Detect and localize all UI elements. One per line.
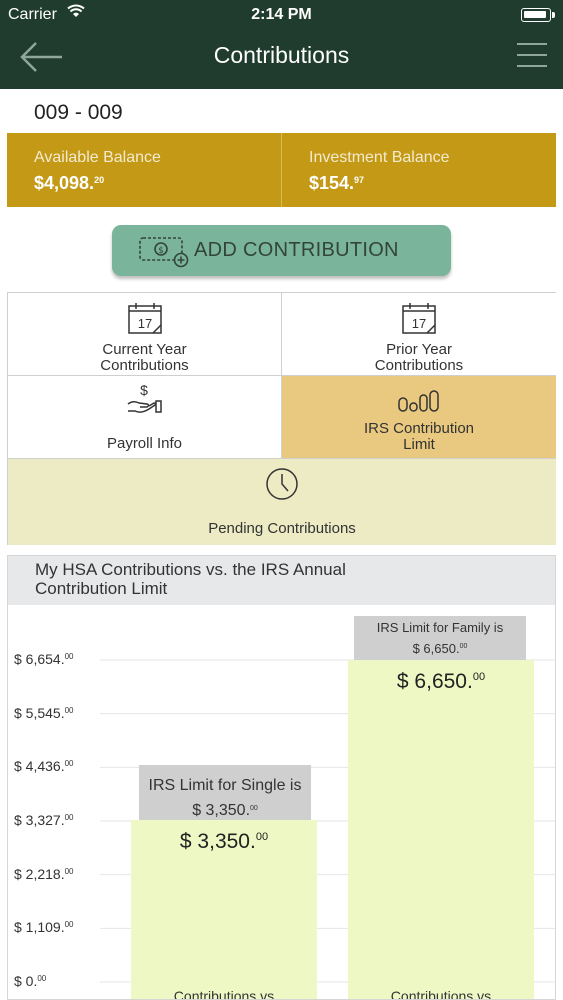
contribution-limit-chart: My HSA Contributions vs. the IRS Annual … (7, 555, 556, 1000)
money-add-icon: $ (138, 234, 190, 268)
y-tick-label: $ 0.00 (14, 973, 47, 989)
add-contribution-label: ADD CONTRIBUTION (194, 239, 399, 261)
current-year-label-1: Current Year (102, 341, 187, 358)
y-tick-label: $ 1,109.00 (14, 919, 74, 936)
svg-text:17: 17 (412, 316, 426, 331)
clock-icon (266, 468, 298, 500)
investment-balance-label: Investment Balance (309, 149, 450, 166)
prior-year-label-2: Contributions (374, 357, 464, 374)
investment-balance-amount: $154.97 (309, 173, 365, 193)
tile-pending-contributions[interactable]: Pending Contributions (8, 459, 556, 545)
status-bar: Carrier 2:14 PM (0, 0, 563, 30)
battery-icon (521, 8, 555, 22)
y-tick-label: $ 2,218.00 (14, 865, 74, 882)
bar-chart-icon (398, 390, 439, 412)
bar-value-label: $ 6,650.00 (396, 670, 486, 694)
y-tick-label: $ 4,436.00 (14, 758, 74, 775)
prior-year-label-1: Prior Year (386, 341, 452, 358)
x-category-label: Contributions vs (390, 988, 492, 1000)
balance-panel: Available Balance $4,098.20 Investment B… (7, 133, 556, 207)
bar-tooltip: IRS Limit for Family is $ 6,650.00 (354, 616, 526, 661)
page-title: Contributions (213, 42, 350, 68)
account-number: 009 - 009 (34, 101, 123, 124)
add-contribution-button[interactable]: $ ADD CONTRIBUTION (112, 225, 451, 276)
available-balance-label: Available Balance (34, 149, 161, 166)
tile-irs-contribution-limit[interactable]: IRS Contribution Limit (282, 376, 556, 459)
irs-limit-label-2: Limit (403, 436, 435, 453)
calendar-icon: 17 (402, 303, 436, 334)
y-tick-label: $ 3,327.00 (14, 812, 74, 828)
calendar-icon: 17 (127, 303, 162, 334)
x-category-label: Contributions vs (173, 988, 275, 1000)
y-tick-label: $ 6,654.00 (14, 651, 74, 667)
hand-money-icon: $ (127, 382, 162, 413)
chart-bar[interactable] (348, 660, 534, 1000)
svg-text:$: $ (158, 246, 164, 256)
irs-limit-label-1: IRS Contribution (363, 420, 475, 437)
hamburger-menu-icon[interactable] (517, 43, 547, 69)
available-balance: Available Balance $4,098.20 (7, 133, 281, 207)
y-tick-label: $ 5,545.00 (14, 704, 74, 721)
tile-payroll-info[interactable]: $ Payroll Info (8, 376, 282, 459)
navigation-bar: Carrier 2:14 PM Contributions (0, 0, 563, 89)
svg-text:17: 17 (137, 316, 151, 331)
bar-value-label: $ 3,350.00 (179, 829, 269, 853)
available-balance-amount: $4,098.20 (34, 173, 105, 193)
bar-tooltip: IRS Limit for Single is $ 3,350.00 (139, 764, 311, 820)
current-year-label-2: Contributions (100, 357, 189, 374)
investment-balance: Investment Balance $154.97 (281, 133, 556, 207)
contribution-menu-grid: 17 Current Year Contributions 17 Prior Y… (7, 292, 556, 545)
tile-prior-year-contributions[interactable]: 17 Prior Year Contributions (282, 293, 556, 376)
tile-current-year-contributions[interactable]: 17 Current Year Contributions (8, 293, 282, 376)
pending-contributions-label: Pending Contributions (208, 520, 356, 537)
svg-text:$: $ (140, 382, 148, 398)
payroll-info-label: Payroll Info (106, 435, 183, 452)
clock-label: 2:14 PM (251, 6, 312, 23)
